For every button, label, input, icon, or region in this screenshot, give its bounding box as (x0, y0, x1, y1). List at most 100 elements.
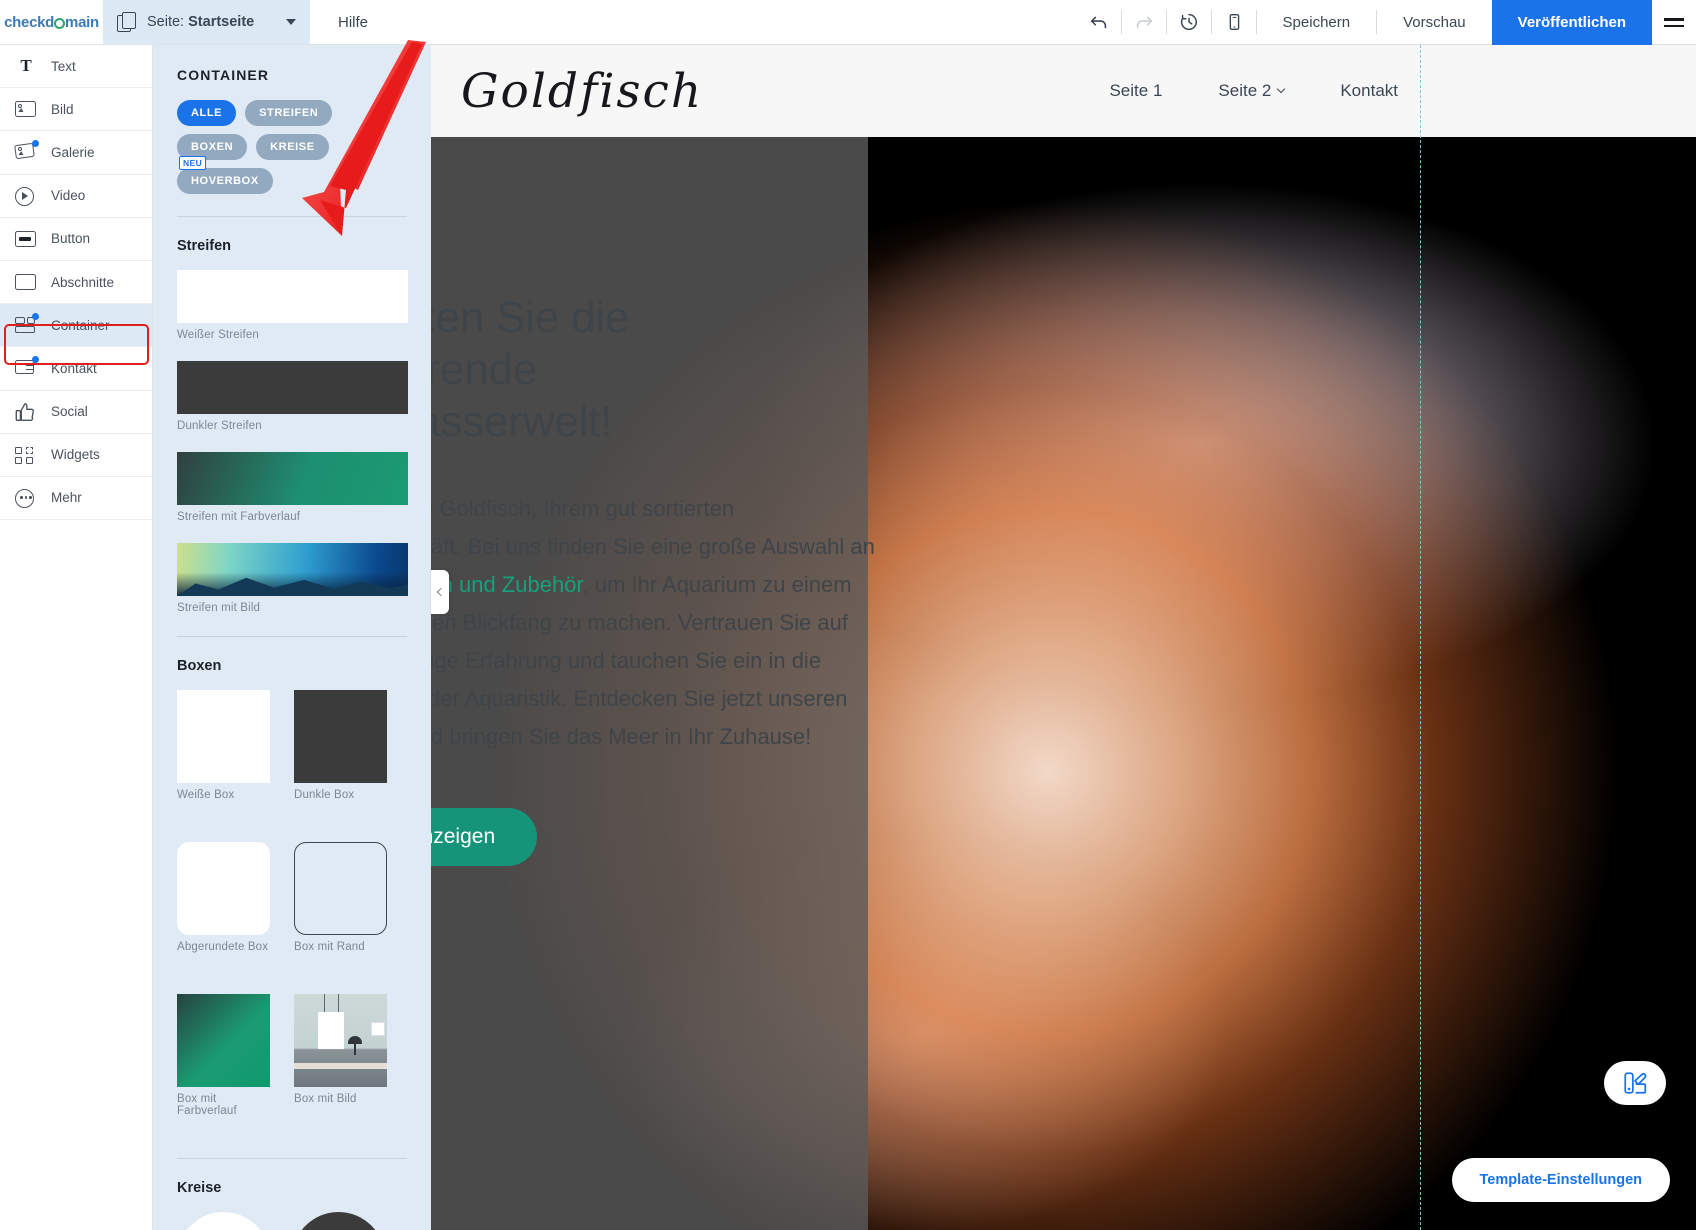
sidebar-item-abschnitte[interactable]: Abschnitte (0, 261, 152, 305)
brand-logo[interactable]: checkd main (0, 0, 103, 44)
sidebar-item-label: Widgets (51, 447, 100, 463)
sidebar-item-label: Text (51, 58, 76, 74)
help-button[interactable]: Hilfe (310, 0, 396, 44)
layout-guide-line (1420, 45, 1421, 1230)
undo-icon (1090, 16, 1106, 29)
redo-icon (1136, 16, 1152, 29)
panel-groups: Streifen Weißer Streifen Dunkler Streifen S… (177, 238, 408, 1230)
color-palette-icon (1624, 1072, 1647, 1094)
mobile-preview-icon (1229, 13, 1239, 31)
hamburger-menu-icon[interactable] (1652, 0, 1696, 45)
panel-collapse-button[interactable] (431, 570, 449, 614)
preview-button-label: Vorschau (1403, 14, 1466, 31)
mobile-preview-button[interactable] (1212, 0, 1256, 45)
video-icon (14, 185, 38, 207)
sidebar-item-label: Kontakt (51, 360, 97, 376)
container-template-thumbnail (292, 1212, 385, 1230)
sidebar-item-button[interactable]: Button (0, 218, 152, 261)
undo-button[interactable] (1077, 0, 1121, 45)
container-template-thumbnail (294, 690, 387, 783)
container-template-label: Box mit Farbverlauf (177, 1093, 237, 1117)
site-nav-item-3[interactable]: Kontakt (1340, 81, 1398, 101)
design-palette-button[interactable] (1604, 1061, 1666, 1105)
panel-group-title: Kreise (177, 1180, 222, 1196)
container-template-item[interactable]: Box mit Farbverlauf (177, 994, 272, 1117)
filter-chip-streifen[interactable]: STREIFEN (245, 100, 333, 126)
panel-divider (177, 636, 407, 637)
container-template-thumbnail (177, 452, 408, 505)
sidebar-item-video[interactable]: Video (0, 175, 152, 218)
container-template-label: Dunkler Streifen (177, 420, 262, 432)
container-template-label: Streifen mit Farbverlauf (177, 511, 301, 523)
sidebar-item-text[interactable]: T Text (0, 45, 152, 89)
filter-chip-alle[interactable]: ALLE (177, 100, 237, 126)
new-badge: NEU (179, 156, 207, 170)
filter-chip-label: KREISE (270, 141, 315, 153)
container-template-thumbnail (294, 994, 387, 1087)
container-template-item[interactable]: Dunkler Streifen (177, 361, 408, 432)
site-logo[interactable]: Goldfisch (461, 64, 703, 119)
brand-o-mark (54, 17, 66, 29)
container-template-thumbnail (177, 842, 270, 935)
redo-button[interactable] (1122, 0, 1166, 45)
sidebar-item-mehr[interactable]: Mehr (0, 477, 152, 521)
preview-button[interactable]: Vorschau (1377, 0, 1492, 45)
sidebar-item-label: Abschnitte (51, 274, 115, 290)
container-template-thumbnail (177, 543, 408, 596)
publish-button[interactable]: Veröffentlichen (1491, 0, 1652, 45)
sidebar-item-social[interactable]: Social (0, 391, 152, 434)
toolbar-icon-group (1077, 0, 1257, 44)
panel-filter-chips: ALLE STREIFEN BOXEN KREISE NEU HOVERBOX (177, 100, 407, 194)
container-template-item[interactable]: Abgerundete Box (177, 842, 272, 953)
container-template-label: Weiße Box (177, 789, 235, 801)
sidebar-item-container[interactable]: Container (0, 304, 152, 348)
site-navigation: Seite 1 Seite 2 Kontakt (1109, 81, 1398, 101)
container-template-thumbnail (177, 1212, 270, 1230)
sidebar-item-galerie[interactable]: Galerie (0, 131, 152, 175)
container-template-item[interactable]: Weiße Box (177, 690, 272, 801)
container-template-item[interactable]: Box mit Bild (294, 994, 389, 1117)
sidebar-item-bild[interactable]: Bild (0, 88, 152, 132)
page-selector-value: Startseite (188, 14, 255, 30)
container-template-label: Weißer Streifen (177, 329, 259, 341)
container-template-item[interactable] (292, 1212, 385, 1230)
page-selector[interactable]: Seite: Startseite (103, 0, 310, 44)
sections-icon (14, 271, 38, 293)
site-nav-item-label: Kontakt (1340, 81, 1398, 100)
sidebar-item-kontakt[interactable]: Kontakt (0, 347, 152, 391)
site-nav-item-1[interactable]: Seite 1 (1109, 81, 1162, 101)
new-badge-dot (32, 140, 39, 148)
site-nav-item-2[interactable]: Seite 2 (1218, 81, 1286, 101)
filter-chip-hoverbox[interactable]: NEU HOVERBOX (177, 156, 273, 194)
panel-divider (177, 216, 407, 217)
save-button-label: Speichern (1282, 14, 1351, 31)
container-template-label: Abgerundete Box (177, 941, 269, 953)
container-template-item[interactable]: Dunkle Box (294, 690, 389, 801)
sidebar-item-label: Button (51, 231, 91, 247)
pages-icon (117, 12, 137, 32)
circles-grid (177, 1212, 407, 1230)
container-template-item[interactable]: Box mit Rand (294, 842, 389, 953)
site-nav-item-label: Seite 2 (1218, 81, 1272, 100)
container-template-item[interactable]: Streifen mit Farbverlauf (177, 452, 408, 523)
container-template-item[interactable]: Weißer Streifen (177, 270, 408, 341)
container-template-thumbnail (177, 994, 270, 1087)
sidebar-item-widgets[interactable]: Widgets (0, 434, 152, 477)
sidebar-item-label: Video (51, 188, 86, 204)
template-settings-button[interactable]: Template-Einstellungen (1451, 1158, 1670, 1202)
top-toolbar: checkd main Seite: Startseite Hilfe Spei… (0, 0, 1696, 45)
widgets-icon (14, 444, 38, 466)
help-button-label: Hilfe (338, 13, 369, 31)
publish-button-label: Veröffentlichen (1517, 14, 1626, 31)
container-template-item[interactable] (177, 1212, 270, 1230)
filter-chip-label: BOXEN (191, 141, 234, 153)
container-template-label: Box mit Bild (294, 1093, 357, 1105)
save-button[interactable]: Speichern (1257, 0, 1377, 45)
history-button[interactable] (1167, 0, 1211, 45)
container-template-thumbnail (177, 690, 270, 783)
container-template-item[interactable]: Streifen mit Bild (177, 543, 408, 614)
filter-chip-kreise[interactable]: KREISE (256, 134, 329, 160)
more-dots-icon (14, 487, 38, 509)
new-badge-dot (32, 356, 39, 364)
